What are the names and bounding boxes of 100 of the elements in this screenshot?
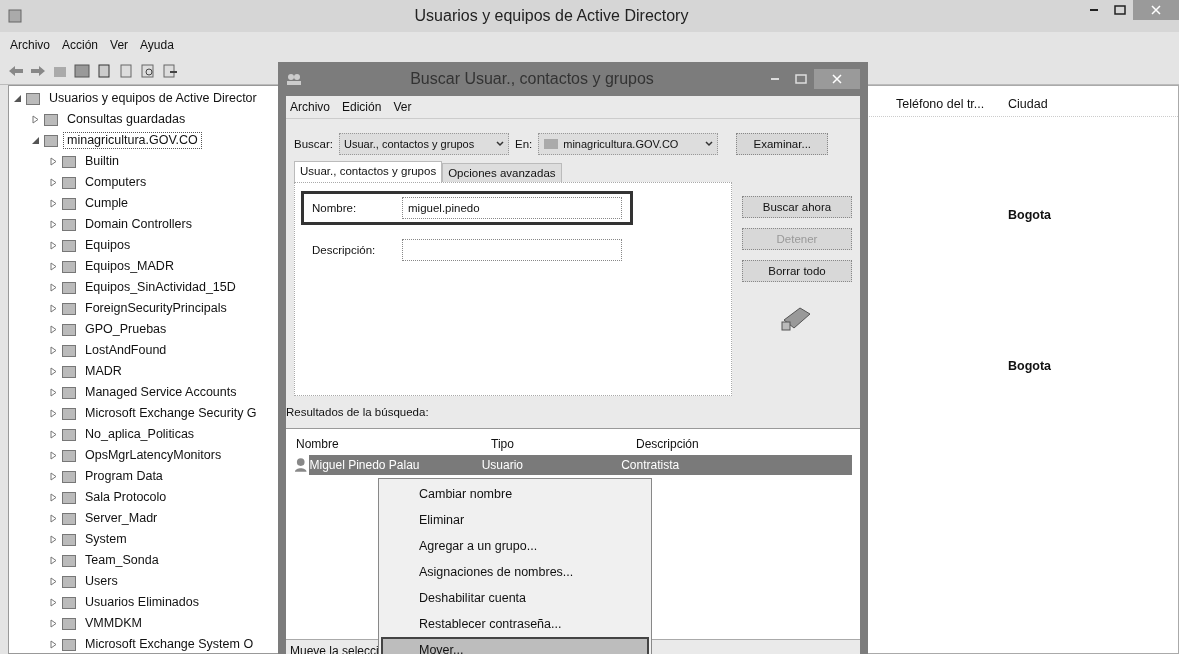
find-dropdown[interactable]: Usuar., contactos y grupos	[339, 133, 509, 155]
menu-item[interactable]: Edición	[342, 100, 382, 114]
expand-arrow-icon[interactable]	[49, 283, 58, 292]
table-cell[interactable]: Contratista	[621, 455, 852, 475]
menu-item[interactable]: Asignaciones de nombres...	[381, 559, 649, 585]
console-tree-icon[interactable]	[74, 63, 90, 79]
expand-arrow-icon[interactable]	[49, 220, 58, 229]
tree-item[interactable]: Microsoft Exchange Security G	[81, 405, 261, 422]
expand-arrow-icon[interactable]	[49, 598, 58, 607]
tree-item[interactable]: GPO_Pruebas	[81, 321, 171, 338]
tree-item[interactable]: ForeignSecurityPrincipals	[81, 300, 231, 317]
action-button[interactable]: Buscar ahora	[742, 196, 852, 218]
tree-item[interactable]: Domain Controllers	[81, 216, 196, 233]
expand-arrow-icon[interactable]	[49, 409, 58, 418]
expand-arrow-icon[interactable]	[31, 115, 40, 124]
tree-item[interactable]: Sala Protocolo	[81, 489, 171, 506]
expand-arrow-icon[interactable]	[49, 577, 58, 586]
clipboard-icon[interactable]	[96, 63, 112, 79]
folder-icon	[62, 155, 76, 168]
tree-item[interactable]: VMMDKM	[81, 615, 146, 632]
collapse-arrow-icon[interactable]	[13, 94, 22, 103]
folder-icon	[62, 386, 76, 399]
expand-arrow-icon[interactable]	[49, 241, 58, 250]
input-field[interactable]	[402, 239, 622, 261]
table-cell[interactable]: Usuario	[481, 455, 622, 475]
expand-arrow-icon[interactable]	[49, 640, 58, 649]
expand-arrow-icon[interactable]	[49, 367, 58, 376]
menu-item[interactable]: Archivo	[290, 100, 330, 114]
column-header[interactable]: Nombre	[296, 437, 491, 451]
tree-item[interactable]: Microsoft Exchange System O	[81, 636, 258, 653]
tree-item[interactable]: LostAndFound	[81, 342, 171, 359]
tree-item[interactable]: Cumple	[81, 195, 133, 212]
expand-arrow-icon[interactable]	[49, 157, 58, 166]
menu-item[interactable]: Ayuda	[140, 38, 174, 52]
tree-item[interactable]: Users	[81, 573, 122, 590]
menu-item[interactable]: Eliminar	[381, 507, 649, 533]
expand-arrow-icon[interactable]	[49, 346, 58, 355]
expand-arrow-icon[interactable]	[49, 304, 58, 313]
expand-arrow-icon[interactable]	[49, 325, 58, 334]
tree-item[interactable]: OpsMgrLatencyMonitors	[81, 447, 226, 464]
input-field[interactable]: miguel.pinedo	[402, 197, 622, 219]
expand-arrow-icon[interactable]	[49, 388, 58, 397]
tab[interactable]: Opciones avanzadas	[442, 163, 562, 182]
expand-arrow-icon[interactable]	[49, 430, 58, 439]
menu-item[interactable]: Ver	[110, 38, 129, 52]
expand-arrow-icon[interactable]	[49, 199, 58, 208]
menu-item[interactable]: Mover...	[381, 637, 649, 654]
close-icon	[832, 74, 842, 84]
tree-item[interactable]: MADR	[81, 363, 126, 380]
menu-item[interactable]: Ver	[393, 100, 412, 114]
column-header[interactable]: Descripción	[636, 437, 836, 451]
collapse-arrow-icon[interactable]	[31, 136, 40, 145]
expand-arrow-icon[interactable]	[49, 472, 58, 481]
tree-item[interactable]: Equipos_SinActividad_15D	[81, 279, 240, 296]
table-cell[interactable]: Miguel Pinedo Palau	[309, 455, 482, 475]
properties-icon[interactable]	[118, 63, 134, 79]
menu-item[interactable]: Cambiar nombre	[381, 481, 649, 507]
export-icon[interactable]	[162, 63, 178, 79]
tree-item[interactable]: Usuarios Eliminados	[81, 594, 203, 611]
action-button[interactable]: Borrar todo	[742, 260, 852, 282]
tree-item[interactable]: Consultas guardadas	[63, 111, 190, 128]
expand-arrow-icon[interactable]	[49, 493, 58, 502]
folder-icon	[62, 218, 76, 231]
back-arrow-icon[interactable]	[8, 63, 24, 79]
tree-item[interactable]: Equipos_MADR	[81, 258, 178, 275]
tree-item[interactable]: Equipos	[81, 237, 135, 254]
tree-item[interactable]: Managed Service Accounts	[81, 384, 241, 401]
expand-arrow-icon[interactable]	[49, 451, 58, 460]
expand-arrow-icon[interactable]	[49, 262, 58, 271]
forward-arrow-icon[interactable]	[30, 63, 46, 79]
menu-item[interactable]: Acción	[62, 38, 99, 52]
tree-item[interactable]: Builtin	[81, 153, 124, 170]
tree-item[interactable]: Computers	[81, 174, 151, 191]
location-dropdown[interactable]: minagricultura.GOV.CO	[538, 133, 719, 155]
results-label: Resultados de la búsqueda:	[286, 405, 430, 420]
tree-item[interactable]: Server_Madr	[81, 510, 162, 527]
tree-item[interactable]: Team_Sonda	[81, 552, 163, 569]
expand-arrow-icon[interactable]	[49, 556, 58, 565]
tree-item[interactable]: Usuarios y equipos de Active Director	[45, 90, 261, 107]
folder-icon	[62, 638, 76, 651]
column-header[interactable]: Tipo	[491, 437, 636, 451]
expand-arrow-icon[interactable]	[49, 178, 58, 187]
expand-arrow-icon[interactable]	[49, 619, 58, 628]
user-icon	[294, 457, 308, 473]
tab[interactable]: Usuar., contactos y grupos	[294, 161, 443, 182]
menu-item[interactable]: Restablecer contraseña...	[381, 611, 649, 637]
expand-arrow-icon[interactable]	[49, 514, 58, 523]
tree-item[interactable]: minagricultura.GOV.CO	[63, 132, 202, 149]
tree-item[interactable]: Program Data	[81, 468, 167, 485]
expand-arrow-icon[interactable]	[49, 535, 58, 544]
column-header[interactable]: Ciudad	[1008, 97, 1088, 111]
menu-item[interactable]: Archivo	[10, 38, 50, 52]
browse-button[interactable]: Examinar...	[736, 133, 829, 155]
tree-item[interactable]: System	[81, 531, 131, 548]
tree-item[interactable]: No_aplica_Politicas	[81, 426, 199, 443]
menu-item[interactable]: Agregar a un grupo...	[381, 533, 649, 559]
column-header[interactable]: Teléfono del tr...	[896, 97, 1008, 111]
menu-item[interactable]: Deshabilitar cuenta	[381, 585, 649, 611]
maximize-icon	[1114, 5, 1126, 15]
preview-icon[interactable]	[140, 63, 156, 79]
